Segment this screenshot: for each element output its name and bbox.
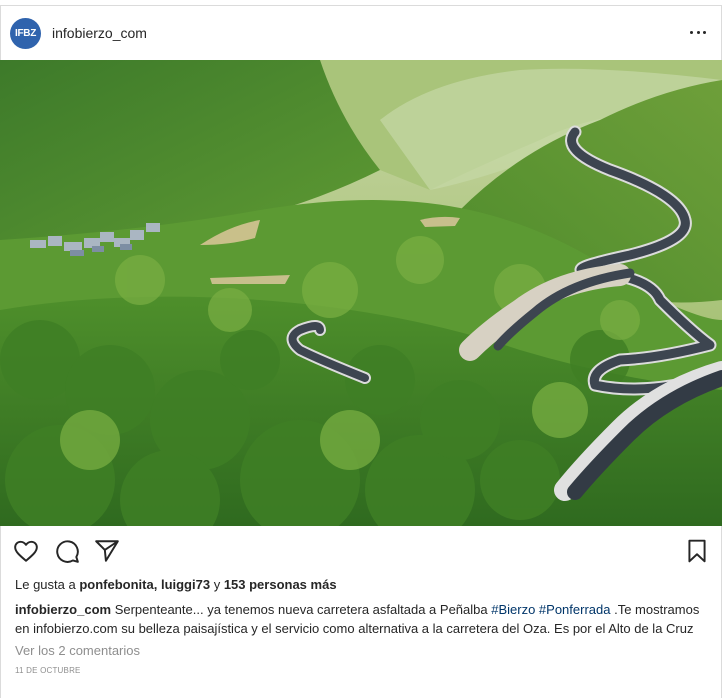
hashtag-link[interactable]: #Bierzo	[491, 602, 535, 617]
action-bar	[0, 526, 722, 574]
caption-text: Serpenteante... ya tenemos nueva carrete…	[111, 602, 492, 617]
avatar[interactable]: IFBZ	[10, 18, 41, 49]
more-options-icon[interactable]	[690, 31, 706, 36]
heart-icon[interactable]	[13, 538, 39, 564]
instagram-post: IFBZ infobierzo_com Le gusta a ponfeboni…	[0, 0, 722, 698]
username[interactable]: infobierzo_com	[52, 25, 147, 41]
caption-username[interactable]: infobierzo_com	[15, 602, 111, 617]
likes-count-link[interactable]: 153 personas más	[224, 577, 337, 592]
post-photo[interactable]	[0, 60, 722, 526]
post-caption: infobierzo_com Serpenteante... ya tenemo…	[15, 600, 705, 638]
liker-link[interactable]: ponfebonita	[79, 577, 153, 592]
likes-summary: Le gusta a ponfebonita, luiggi73 y 153 p…	[15, 577, 337, 592]
likes-separator: ,	[153, 577, 161, 592]
likes-prefix: Le gusta a	[15, 577, 80, 592]
comment-icon[interactable]	[54, 538, 80, 564]
hashtag-link[interactable]: #Ponferrada	[539, 602, 611, 617]
landscape-photo	[0, 60, 722, 526]
liker-link[interactable]: luiggi73	[161, 577, 210, 592]
likes-separator: y	[210, 577, 224, 592]
bookmark-icon[interactable]	[684, 538, 710, 564]
post-date[interactable]: 11 DE OCTUBRE	[15, 666, 81, 675]
avatar-logo-text: IFBZ	[14, 28, 37, 39]
post-header: IFBZ infobierzo_com	[0, 6, 722, 60]
share-icon[interactable]	[94, 538, 120, 564]
view-comments-link[interactable]: Ver los 2 comentarios	[15, 643, 140, 658]
